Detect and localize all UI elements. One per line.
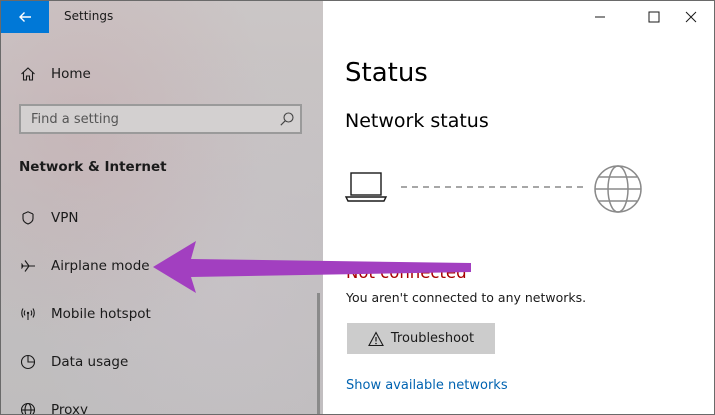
sidebar-item-airplane-mode[interactable]: Airplane mode [1, 246, 317, 286]
sidebar-item-label: Data usage [51, 354, 129, 370]
sidebar-scrollbar[interactable] [317, 293, 320, 414]
hotspot-icon [19, 305, 37, 323]
sidebar-item-label: Airplane mode [51, 258, 150, 274]
minimize-icon [595, 16, 605, 18]
data-usage-icon [19, 353, 37, 371]
network-status-heading: Network status [345, 110, 489, 132]
settings-window: Settings Home Network & Internet [0, 0, 715, 415]
sidebar-item-label: Mobile hotspot [51, 306, 151, 322]
close-button[interactable] [668, 1, 714, 33]
sidebar-item-vpn[interactable]: VPN [1, 198, 317, 238]
troubleshoot-label: Troubleshoot [390, 331, 475, 346]
home-icon [19, 65, 37, 83]
sidebar-item-mobile-hotspot[interactable]: Mobile hotspot [1, 294, 317, 334]
search-box[interactable] [19, 104, 302, 134]
globe-icon [594, 165, 642, 213]
back-arrow-icon [19, 12, 31, 22]
globe-icon [19, 401, 37, 414]
connection-status-description: You aren't connected to any networks. [346, 290, 587, 305]
sidebar-item-label: Proxy [51, 402, 88, 415]
main-content: Status Network status Not connected You … [323, 1, 714, 414]
connection-status: Not connected [346, 263, 467, 282]
airplane-icon [19, 257, 37, 275]
minimize-button[interactable] [577, 1, 623, 33]
nav-home[interactable]: Home [1, 58, 323, 90]
sidebar-item-proxy[interactable]: Proxy [1, 390, 317, 415]
troubleshoot-button[interactable]: Troubleshoot [347, 323, 495, 354]
section-title: Network & Internet [19, 159, 167, 175]
page-title: Status [345, 58, 428, 88]
network-status-diagram [344, 165, 642, 213]
sidebar: Settings Home Network & Internet [1, 1, 323, 414]
show-available-networks-link[interactable]: Show available networks [346, 378, 508, 393]
laptop-icon [344, 172, 388, 202]
warning-icon [367, 330, 384, 346]
sidebar-item-data-usage[interactable]: Data usage [1, 342, 317, 382]
close-icon [685, 11, 697, 23]
sidebar-item-label: VPN [51, 210, 79, 226]
vpn-icon [19, 209, 37, 227]
app-title: Settings [64, 9, 114, 23]
search-input[interactable] [21, 106, 281, 132]
nav-home-label: Home [51, 66, 91, 82]
search-icon[interactable] [279, 111, 295, 127]
maximize-icon [648, 11, 660, 23]
back-button[interactable] [1, 1, 49, 33]
